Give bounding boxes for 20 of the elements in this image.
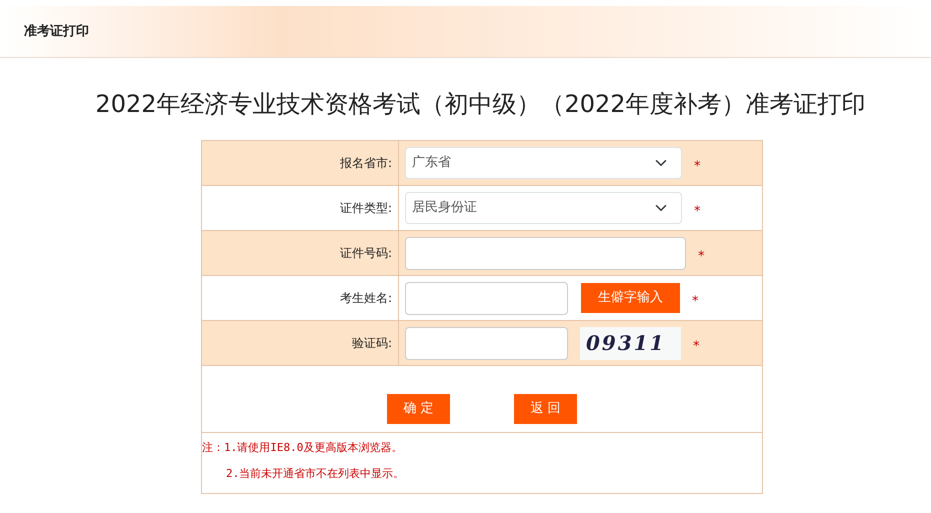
dropdown[interactable]: 广东省 xyxy=(405,147,682,179)
field-label: 证件类型: xyxy=(202,186,399,230)
required-mark: * xyxy=(693,338,700,356)
note-text: 2.当前未开通省市不在列表中显示。 xyxy=(225,466,406,482)
header-title: 准考证打印 xyxy=(24,22,89,41)
field-label: 证件号码: xyxy=(202,231,399,275)
page-title: 2022年经济专业技术资格考试（初中级）（2022年度补考）准考证打印 xyxy=(94,89,867,120)
field-label: 报名省市: xyxy=(202,141,399,185)
dropdown[interactable]: 居民身份证 xyxy=(405,192,682,224)
required-mark: * xyxy=(694,203,700,222)
input-field[interactable] xyxy=(405,282,568,314)
input-field[interactable] xyxy=(405,326,568,360)
field-label: 验证码: xyxy=(202,321,399,365)
field-label: 考生姓名: xyxy=(202,276,399,320)
required-mark: * xyxy=(692,293,698,312)
input-field[interactable] xyxy=(405,236,686,270)
note-text: 注：1.请使用IE8.0及更高版本浏览器。 xyxy=(202,440,404,456)
captcha-image[interactable]: 09311 xyxy=(580,326,681,360)
required-mark: * xyxy=(694,158,700,176)
required-mark: * xyxy=(698,248,704,266)
